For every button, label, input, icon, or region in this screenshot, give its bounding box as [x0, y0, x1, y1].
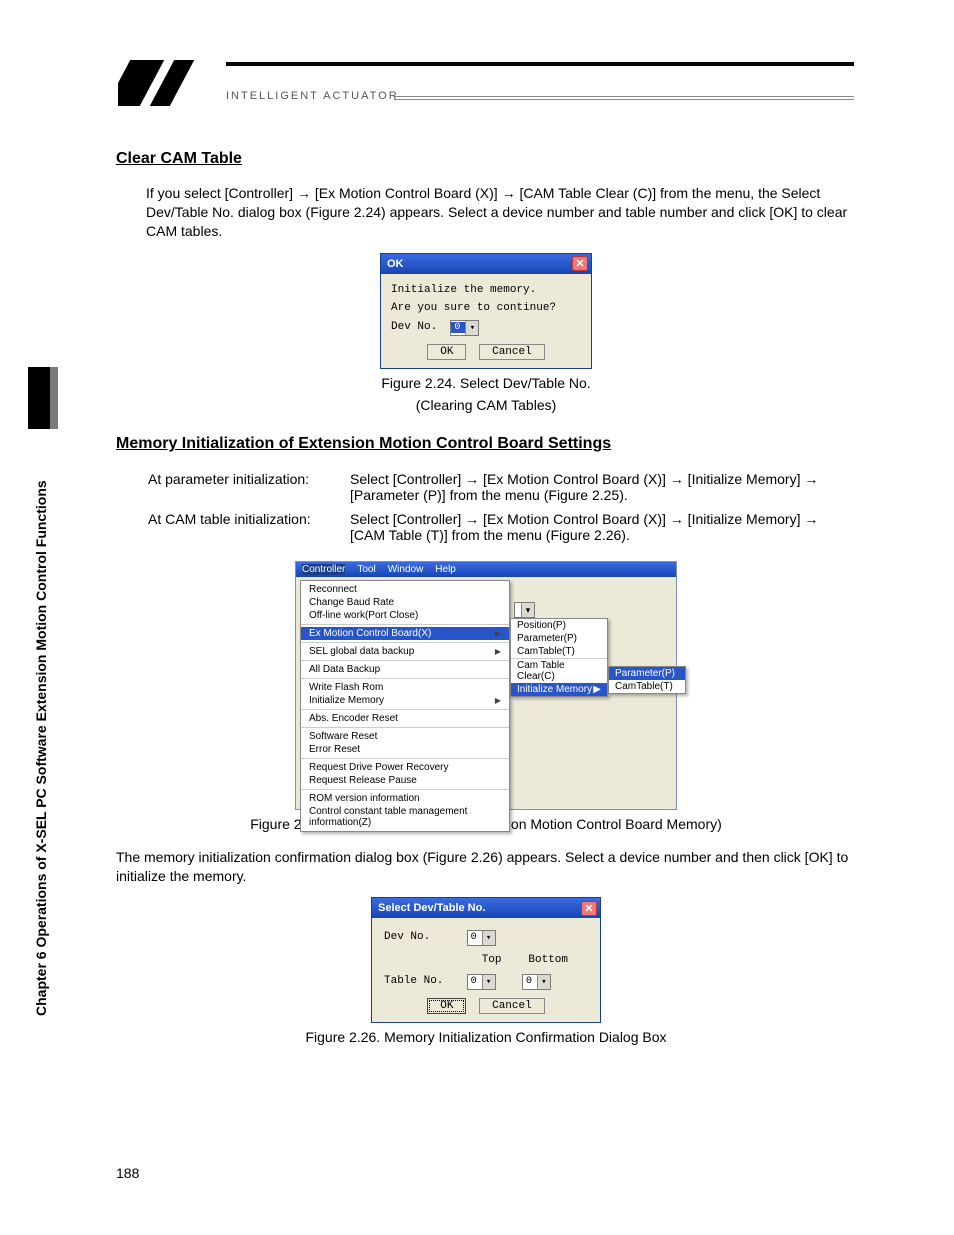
caption-224b: (Clearing CAM Tables) — [116, 397, 856, 413]
close-icon[interactable]: ✕ — [581, 901, 597, 916]
dlg2-title: Select Dev/Table No. — [378, 902, 485, 914]
dlg2-titlebar[interactable]: Select Dev/Table No. ✕ — [372, 898, 600, 918]
menu-controller[interactable]: Controller — [302, 564, 345, 575]
defs-table: At parameter initialization: Select [Con… — [146, 469, 856, 551]
dlg2-top-value: 0 — [468, 976, 482, 987]
menu-absenc[interactable]: Abs. Encoder Reset — [301, 712, 509, 725]
controller-dropdown: Reconnect Change Baud Rate Off-line work… — [300, 580, 510, 832]
section1-para: If you select [Controller] → [Ex Motion … — [146, 184, 856, 241]
exmotion-submenu: Position(P) Parameter(P) CamTable(T) Cam… — [510, 618, 608, 697]
ok-button[interactable]: OK — [427, 344, 466, 360]
dlg2-top-select[interactable]: 0▾ — [467, 974, 496, 990]
sub1-position[interactable]: Position(P) — [511, 619, 607, 632]
caption-226: Figure 2.26. Memory Initialization Confi… — [116, 1029, 856, 1045]
defB-value: Select [Controller] → [Ex Motion Control… — [350, 511, 854, 549]
para3: The memory initialization confirmation d… — [116, 848, 856, 886]
content: Clear CAM Table If you select [Controlle… — [116, 150, 856, 1045]
section2-title: Memory Initialization of Extension Motio… — [116, 435, 856, 453]
sub1-camtable[interactable]: CamTable(T) — [511, 645, 607, 659]
defB-label: At CAM table initialization: — [148, 511, 348, 549]
menu-window-item[interactable]: Window — [388, 564, 424, 575]
menu-window: Controller Tool Window Help ▾ Reconnect … — [295, 561, 677, 810]
menu-writeflash[interactable]: Write Flash Rom — [301, 681, 509, 694]
brand-logo — [118, 60, 220, 106]
chevron-down-icon[interactable]: ▾ — [482, 975, 495, 989]
toolbar-select[interactable]: ▾ — [514, 602, 535, 618]
menu-initmem[interactable]: Initialize Memory▶ — [301, 694, 509, 707]
chapter-tab-grey — [50, 367, 58, 429]
cancel-button[interactable]: Cancel — [479, 344, 545, 360]
dlg2-devno-label: Dev No. — [384, 931, 460, 943]
dlg2-bottom-value: 0 — [523, 976, 537, 987]
menu-help[interactable]: Help — [435, 564, 456, 575]
dlg2-tableno-label: Table No. — [384, 975, 460, 987]
menu-bar[interactable]: Controller Tool Window Help — [296, 562, 676, 577]
side-chapter-label: Chapter 6 Operations of X-SEL PC Softwar… — [33, 480, 49, 1016]
brand-header: INTELLIGENT ACTUATOR — [118, 56, 854, 122]
sub2-parameter[interactable]: Parameter(P) — [609, 667, 685, 680]
chevron-down-icon[interactable]: ▾ — [465, 321, 478, 335]
ok-dialog-title: OK — [387, 258, 404, 270]
dlg2-devno-select[interactable]: 0▾ — [467, 930, 496, 946]
dlg1-line2: Are you sure to continue? — [391, 302, 581, 314]
defA-label: At parameter initialization: — [148, 471, 348, 509]
dlg2-bottom-hdr: Bottom — [523, 954, 573, 966]
menu-alldata[interactable]: All Data Backup — [301, 663, 509, 676]
chevron-down-icon[interactable]: ▾ — [537, 975, 550, 989]
section1-title: Clear CAM Table — [116, 150, 856, 168]
chevron-down-icon[interactable]: ▾ — [482, 931, 495, 945]
menu-reconnect[interactable]: Reconnect — [301, 583, 509, 596]
menu-selglobal[interactable]: SEL global data backup▶ — [301, 645, 509, 658]
sub1-camclear[interactable]: Cam Table Clear(C) — [511, 659, 607, 683]
dlg1-line1: Initialize the memory. — [391, 284, 581, 296]
close-icon[interactable]: ✕ — [572, 256, 588, 271]
devno-label: Dev No. — [391, 321, 437, 333]
chevron-down-icon[interactable]: ▾ — [521, 603, 534, 617]
menu-reqdrive[interactable]: Request Drive Power Recovery — [301, 761, 509, 774]
sub1-parameter[interactable]: Parameter(P) — [511, 632, 607, 645]
chapter-tab-black — [28, 367, 50, 429]
dlg2-ok-button[interactable]: OK — [427, 998, 466, 1014]
menu-exmotion[interactable]: Ex Motion Control Board(X)▶ — [301, 627, 509, 640]
dlg2-cancel-button[interactable]: Cancel — [479, 998, 545, 1014]
caption-224a: Figure 2.24. Select Dev/Table No. — [116, 375, 856, 391]
menu-ctrlconst[interactable]: Control constant table management inform… — [301, 805, 509, 829]
devno-select[interactable]: 0▾ — [450, 320, 479, 336]
ok-dialog: OK ✕ Initialize the memory. Are you sure… — [380, 253, 592, 369]
sub1-initmem[interactable]: Initialize Memory▶ — [511, 683, 607, 696]
select-dev-dialog: Select Dev/Table No. ✕ Dev No. 0▾ Top Bo… — [371, 897, 601, 1023]
dlg2-top-hdr: Top — [467, 954, 517, 966]
page-number: 188 — [116, 1165, 139, 1181]
sub2-camtable[interactable]: CamTable(T) — [609, 680, 685, 693]
dlg2-devno-value: 0 — [468, 932, 482, 943]
menu-reqpause[interactable]: Request Release Pause — [301, 774, 509, 787]
brand-text: INTELLIGENT ACTUATOR — [226, 90, 399, 102]
defA-value: Select [Controller] → [Ex Motion Control… — [350, 471, 854, 509]
dlg2-bottom-select[interactable]: 0▾ — [522, 974, 551, 990]
ok-dialog-titlebar[interactable]: OK ✕ — [381, 254, 591, 274]
menu-romver[interactable]: ROM version information — [301, 792, 509, 805]
menu-tool[interactable]: Tool — [357, 564, 375, 575]
initmem-submenu: Parameter(P) CamTable(T) — [608, 666, 686, 694]
page: Chapter 6 Operations of X-SEL PC Softwar… — [0, 0, 954, 1235]
menu-baud[interactable]: Change Baud Rate — [301, 596, 509, 609]
devno-value: 0 — [451, 322, 465, 333]
menu-offline[interactable]: Off-line work(Port Close) — [301, 609, 509, 622]
menu-errreset[interactable]: Error Reset — [301, 743, 509, 756]
menu-swreset[interactable]: Software Reset — [301, 730, 509, 743]
